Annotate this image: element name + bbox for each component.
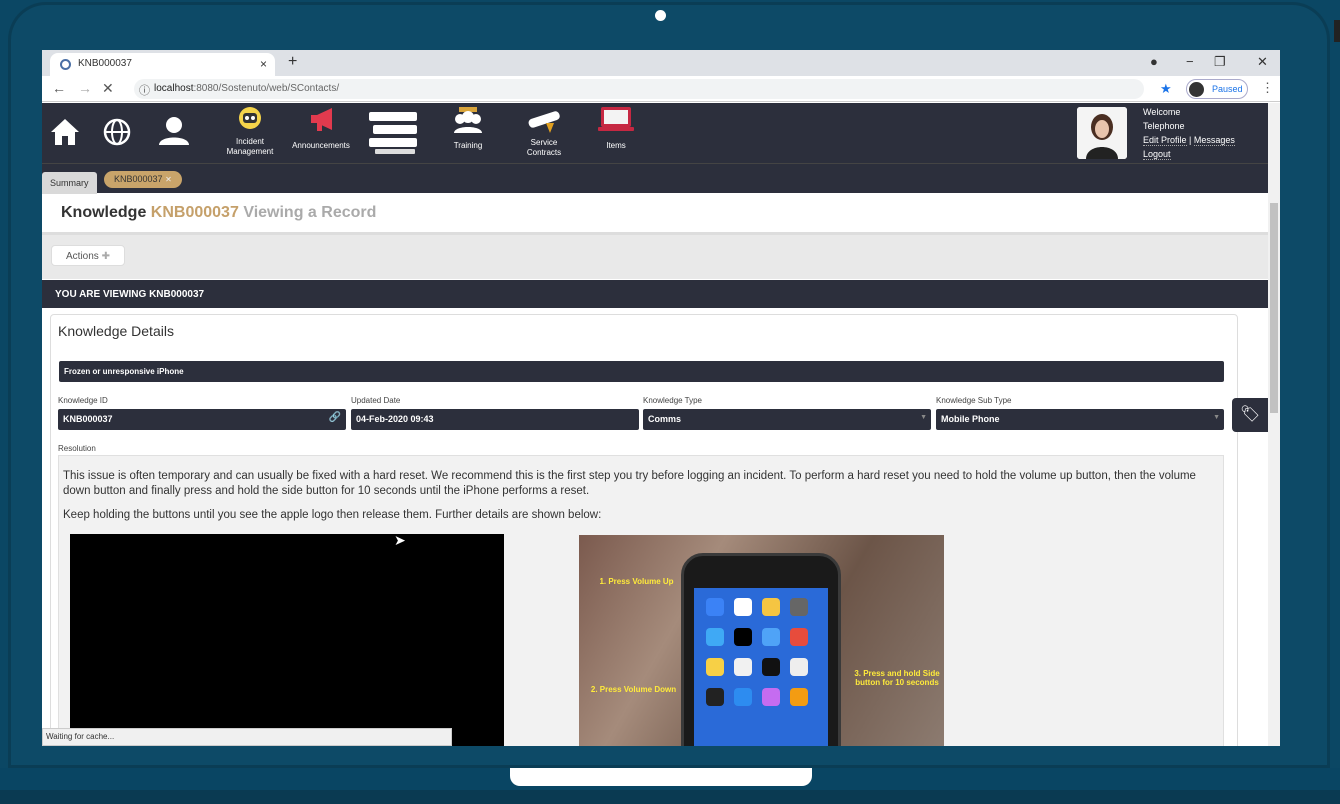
app-viewport: Incident Management Announcements Traini… bbox=[42, 103, 1268, 746]
back-arrow-icon[interactable]: ← bbox=[52, 80, 66, 96]
address-toolbar: ← → ✕ ⓘ localhost:8080/Sostenuto/web/SCo… bbox=[42, 76, 1280, 102]
step2-label: 2. Press Volume Down bbox=[590, 685, 677, 694]
user-name: Telephone bbox=[1143, 121, 1185, 131]
viewing-banner: YOU ARE VIEWING KNB000037 bbox=[42, 280, 1268, 308]
url-path: :8080/Sostenuto/web/SContacts/ bbox=[193, 83, 340, 94]
tab-summary[interactable]: Summary bbox=[42, 172, 97, 194]
browser-tab[interactable]: KNB000037 × bbox=[50, 53, 275, 76]
knowledge-sub-type-label: Knowledge Sub Type bbox=[936, 396, 1012, 405]
knowledge-type-select[interactable]: Comms ▼ bbox=[643, 409, 931, 430]
contract-scroll-icon[interactable] bbox=[522, 107, 566, 140]
nav-announcements[interactable]: Announcements bbox=[286, 141, 356, 151]
nav-incident-management[interactable]: Incident Management bbox=[214, 137, 286, 157]
profile-avatar-icon bbox=[1189, 82, 1204, 97]
section-title: Knowledge Details bbox=[58, 323, 174, 339]
globe-icon[interactable] bbox=[98, 117, 136, 152]
chevron-down-icon: ▼ bbox=[1213, 414, 1220, 421]
video-player[interactable] bbox=[70, 534, 504, 746]
knowledge-id-field[interactable]: KNB000037 🔗 bbox=[58, 409, 346, 430]
iphone-reset-image: 1. Press Volume Up 2. Press Volume Down … bbox=[579, 535, 944, 746]
laptop-base-edge bbox=[0, 790, 1340, 804]
knowledge-type-label: Knowledge Type bbox=[643, 396, 703, 405]
record-tab-close-icon[interactable]: ✕ bbox=[165, 175, 172, 184]
actions-button[interactable]: Actions ✚ bbox=[51, 245, 125, 266]
incident-robot-icon[interactable] bbox=[230, 105, 270, 136]
actions-label: Actions bbox=[66, 251, 99, 262]
link-separator: | bbox=[1189, 135, 1192, 145]
link-icon[interactable]: 🔗 bbox=[329, 412, 341, 423]
browser-tab-title: KNB000037 bbox=[78, 58, 132, 69]
stop-loading-icon[interactable]: ✕ bbox=[102, 80, 114, 97]
mouse-cursor-icon: ➤ bbox=[394, 532, 406, 548]
updated-date-field[interactable]: 04-Feb-2020 09:43 bbox=[351, 409, 639, 430]
browser-tab-strip: KNB000037 × + ● − ❐ ✕ bbox=[42, 50, 1280, 76]
knowledge-id-value: KNB000037 bbox=[63, 414, 113, 424]
site-favicon-icon bbox=[60, 59, 71, 70]
laptop-items-icon[interactable] bbox=[596, 105, 636, 140]
knowledge-details-panel: Knowledge Details Frozen or unresponsive… bbox=[50, 314, 1238, 746]
tab-record[interactable]: KNB000037 ✕ bbox=[104, 171, 182, 188]
messages-link[interactable]: Messages bbox=[1193, 135, 1235, 146]
site-info-icon[interactable]: ⓘ bbox=[139, 82, 150, 98]
page-title-suffix: Viewing a Record bbox=[243, 204, 377, 221]
avatar bbox=[1077, 107, 1127, 159]
resolution-content: This issue is often temporary and can us… bbox=[58, 455, 1224, 746]
step3-label: 3. Press and hold Side button for 10 sec… bbox=[854, 669, 940, 687]
megaphone-icon[interactable] bbox=[304, 105, 344, 138]
actions-toolbar: Actions ✚ bbox=[42, 235, 1268, 279]
profile-paused-button[interactable]: Paused bbox=[1186, 79, 1248, 99]
restore-icon[interactable]: ❐ bbox=[1214, 54, 1226, 70]
app-header: Incident Management Announcements Traini… bbox=[42, 103, 1268, 163]
user-icon[interactable] bbox=[154, 115, 194, 152]
logout-link[interactable]: Logout bbox=[1143, 149, 1171, 160]
topic-title: Frozen or unresponsive iPhone bbox=[59, 361, 1224, 382]
chevron-down-icon: ▼ bbox=[920, 414, 927, 421]
page-scrollbar[interactable] bbox=[1268, 103, 1280, 746]
page-title-id: KNB000037 bbox=[150, 204, 239, 221]
address-bar[interactable]: ⓘ localhost:8080/Sostenuto/web/SContacts… bbox=[134, 79, 1144, 99]
iphone-graphic bbox=[681, 553, 841, 746]
corner-tag bbox=[1334, 20, 1340, 42]
record-tab-label: KNB000037 bbox=[114, 174, 163, 184]
knowledge-sub-type-select[interactable]: Mobile Phone ▼ bbox=[936, 409, 1224, 430]
page-title-prefix: Knowledge bbox=[61, 204, 147, 221]
forward-arrow-icon[interactable]: → bbox=[78, 80, 92, 96]
nav-items[interactable]: Items bbox=[596, 141, 636, 151]
record-tab-bar: Summary KNB000037 ✕ bbox=[42, 163, 1268, 194]
paused-label: Paused bbox=[1212, 84, 1243, 94]
window-close-icon[interactable]: ✕ bbox=[1257, 54, 1268, 70]
webcam-dot bbox=[655, 10, 666, 21]
plus-icon: ✚ bbox=[101, 251, 110, 262]
iphone-screen bbox=[694, 588, 828, 746]
bookmark-star-icon[interactable]: ★ bbox=[1160, 81, 1172, 97]
laptop-notch bbox=[510, 768, 812, 786]
nav-training[interactable]: Training bbox=[438, 141, 498, 151]
browser-status-bar: Waiting for cache... bbox=[42, 728, 452, 746]
updated-date-label: Updated Date bbox=[351, 396, 401, 405]
page-title: Knowledge KNB000037 Viewing a Record bbox=[42, 193, 1268, 235]
resolution-paragraph-2: Keep holding the buttons until you see t… bbox=[63, 509, 602, 521]
tab-close-icon[interactable]: × bbox=[260, 57, 267, 71]
scrollbar-thumb[interactable] bbox=[1270, 203, 1278, 413]
browser-window: KNB000037 × + ● − ❐ ✕ ← → ✕ ⓘ localhost:… bbox=[42, 50, 1280, 746]
resolution-paragraph-1: This issue is often temporary and can us… bbox=[63, 470, 1196, 497]
home-icon[interactable] bbox=[46, 117, 84, 152]
welcome-text: Welcome bbox=[1143, 107, 1181, 117]
training-group-icon[interactable] bbox=[448, 105, 488, 138]
resolution-label: Resolution bbox=[58, 444, 96, 453]
profile-circle-icon[interactable]: ● bbox=[1150, 54, 1158, 69]
tag-icon[interactable]: 🏷 bbox=[1232, 398, 1268, 432]
knowledge-books-icon[interactable] bbox=[364, 108, 422, 158]
knowledge-type-value: Comms bbox=[648, 414, 682, 424]
browser-menu-icon[interactable]: ⋮ bbox=[1261, 80, 1274, 96]
step1-label: 1. Press Volume Up bbox=[599, 577, 674, 586]
new-tab-button[interactable]: + bbox=[288, 53, 297, 71]
nav-service-contracts[interactable]: Service Contracts bbox=[514, 138, 574, 158]
knowledge-sub-type-value: Mobile Phone bbox=[941, 414, 1000, 424]
minimize-icon[interactable]: − bbox=[1186, 54, 1194, 69]
knowledge-id-label: Knowledge ID bbox=[58, 396, 108, 405]
edit-profile-link[interactable]: Edit Profile bbox=[1143, 135, 1187, 146]
user-menu: Welcome Telephone Edit Profile | Message… bbox=[1143, 105, 1235, 161]
url-host: localhost bbox=[154, 83, 194, 94]
